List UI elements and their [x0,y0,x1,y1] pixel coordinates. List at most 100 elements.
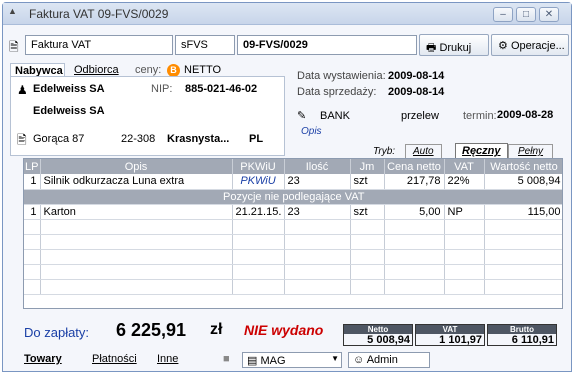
issue-date-label: Data wystawienia: [297,70,386,82]
chevron-down-icon: ▼ [331,354,339,363]
cell-lp: 1 [24,174,41,190]
cell-lp: 1 [24,204,41,220]
cell-net-price[interactable]: 217,78 [384,174,445,190]
cell-unit[interactable]: szt [350,204,385,220]
separator-icon: ■ [223,353,230,365]
operations-button[interactable]: ⚙ Operacje... [491,34,569,56]
empty-row[interactable] [24,234,562,250]
cell-vat[interactable]: 22% [444,174,485,190]
buyer-name[interactable]: Edelweiss SA [33,83,105,95]
col-unit[interactable]: Jm [350,159,385,174]
toolbar: 🗎 Faktura VAT sFVS 09-FVS/0029 🖶 Drukuj … [3,33,571,57]
warehouse-icon: ▤ [247,355,258,367]
vat-value: 1 101,97 [439,334,482,346]
person-icon: ♟ [17,83,28,97]
brutto-box: Brutto 6 110,91 [487,324,557,346]
vat-box: VAT 1 101,97 [415,324,485,346]
nip-value: 885-021-46-02 [185,83,258,95]
operations-icon: ⚙ [498,40,508,52]
brutto-label: Brutto [488,325,556,334]
col-vat[interactable]: VAT [444,159,485,174]
cell-net-value: 115,00 [484,204,562,220]
cell-quantity[interactable]: 23 [284,174,351,190]
country: PL [249,133,264,145]
user-field[interactable]: ☺ Admin [348,352,430,368]
invoice-window: ▲ Faktura VAT 09-FVS/0029 – □ ✕ 🗎 Faktur… [2,2,572,372]
nip-label: NIP: [151,83,173,95]
prices-mode[interactable]: NETTO [184,64,221,76]
col-quantity[interactable]: Ilość [284,159,351,174]
empty-row[interactable] [24,279,562,295]
col-net-value[interactable]: Wartość netto [484,159,562,174]
cell-quantity[interactable]: 23 [284,204,351,220]
netto-value: 5 008,94 [367,334,410,346]
buyer-panel: ♟ Edelweiss SA NIP: 885-021-46-02 Edelwe… [10,76,285,156]
window-title: Faktura VAT 09-FVS/0029 [29,7,169,21]
group-row: Pozycje nie podlegające VAT [24,189,562,205]
payment-type[interactable]: przelew [401,110,439,122]
series-field[interactable]: sFVS [175,35,235,55]
issue-date[interactable]: 2009-08-14 [388,70,444,82]
table-row[interactable]: 1 Silnik odkurzacza Luna extra PKWiU 23 … [24,174,562,190]
table-row[interactable]: 1 Karton 21.21.15. 23 szt 5,00 NP 115,00 [24,204,562,220]
document-icon: 🗎 [9,40,19,54]
empty-row[interactable] [24,219,562,235]
col-lp[interactable]: LP [24,159,41,174]
items-grid: LP Opis PKWiU Ilość Jm Cena netto VAT Wa… [23,158,563,309]
to-pay-label: Do zapłaty: [24,325,90,340]
sale-date-label: Data sprzedaży: [297,86,377,98]
netto-label: Netto [344,325,412,334]
tab-goods[interactable]: Towary [24,353,62,365]
currency: zł [210,321,223,338]
cell-pkwiu[interactable]: 21.21.15. [232,204,285,220]
document-number-field[interactable]: 09-FVS/0029 [237,35,417,55]
cell-pkwiu[interactable]: PKWiU [232,174,285,190]
sale-date[interactable]: 2009-08-14 [388,86,444,98]
tab-other[interactable]: Inne [157,353,178,365]
tab-manual[interactable]: Ręczny [455,143,508,158]
cell-description[interactable]: Silnik odkurzacza Luna extra [40,174,233,190]
cell-net-value: 5 008,94 [484,174,562,190]
buyer-name-2: Edelweiss SA [33,105,105,117]
to-pay-amount: 6 225,91 [116,320,187,340]
tab-payments[interactable]: Płatności [92,353,137,365]
unpaid-note: NIE wydano [244,322,324,338]
document-type-field[interactable]: Faktura VAT [25,35,173,55]
payment-icon: ✎ [297,110,307,122]
col-net-price[interactable]: Cena netto [384,159,445,174]
city: Krasnysta... [167,133,230,145]
tab-full[interactable]: Pełny [508,144,554,158]
warehouse-select[interactable]: ▤ MAG ▼ [242,352,342,368]
user-value: Admin [366,354,398,366]
brutto-value: 6 110,91 [511,334,554,346]
cell-description[interactable]: Karton [40,204,233,220]
print-button[interactable]: 🖶 Drukuj [419,34,489,56]
due-date[interactable]: 2009-08-28 [497,109,553,121]
print-label: Drukuj [439,42,472,54]
vat-label: VAT [416,325,484,334]
mode-label: Tryb: [373,146,396,157]
cell-vat[interactable]: NP [444,204,485,220]
cell-net-price[interactable]: 5,00 [384,204,445,220]
cell-unit[interactable]: szt [350,174,385,190]
col-description[interactable]: Opis [40,159,233,174]
postcode: 22-308 [121,133,156,145]
empty-row[interactable] [24,264,562,280]
address-icon: 🖹 [17,133,27,147]
printer-icon: 🖶 [426,42,437,54]
minimize-button[interactable]: – [493,7,513,22]
tab-auto[interactable]: Auto [405,144,442,158]
netto-box: Netto 5 008,94 [343,324,413,346]
operations-label: Operacje... [510,40,565,52]
street: Gorąca 87 [33,133,85,145]
col-pkwiu[interactable]: PKWiU [232,159,285,174]
prices-label: ceny: [135,64,162,76]
empty-row[interactable] [24,249,562,265]
maximize-button[interactable]: □ [516,7,536,22]
warehouse-value: MAG [260,355,286,367]
group-label: Pozycje nie podlegające VAT [24,189,562,205]
description-label[interactable]: Opis [301,126,322,137]
payment-method[interactable]: BANK [320,110,350,122]
due-label: termin: [463,110,497,122]
close-button[interactable]: ✕ [539,7,559,22]
